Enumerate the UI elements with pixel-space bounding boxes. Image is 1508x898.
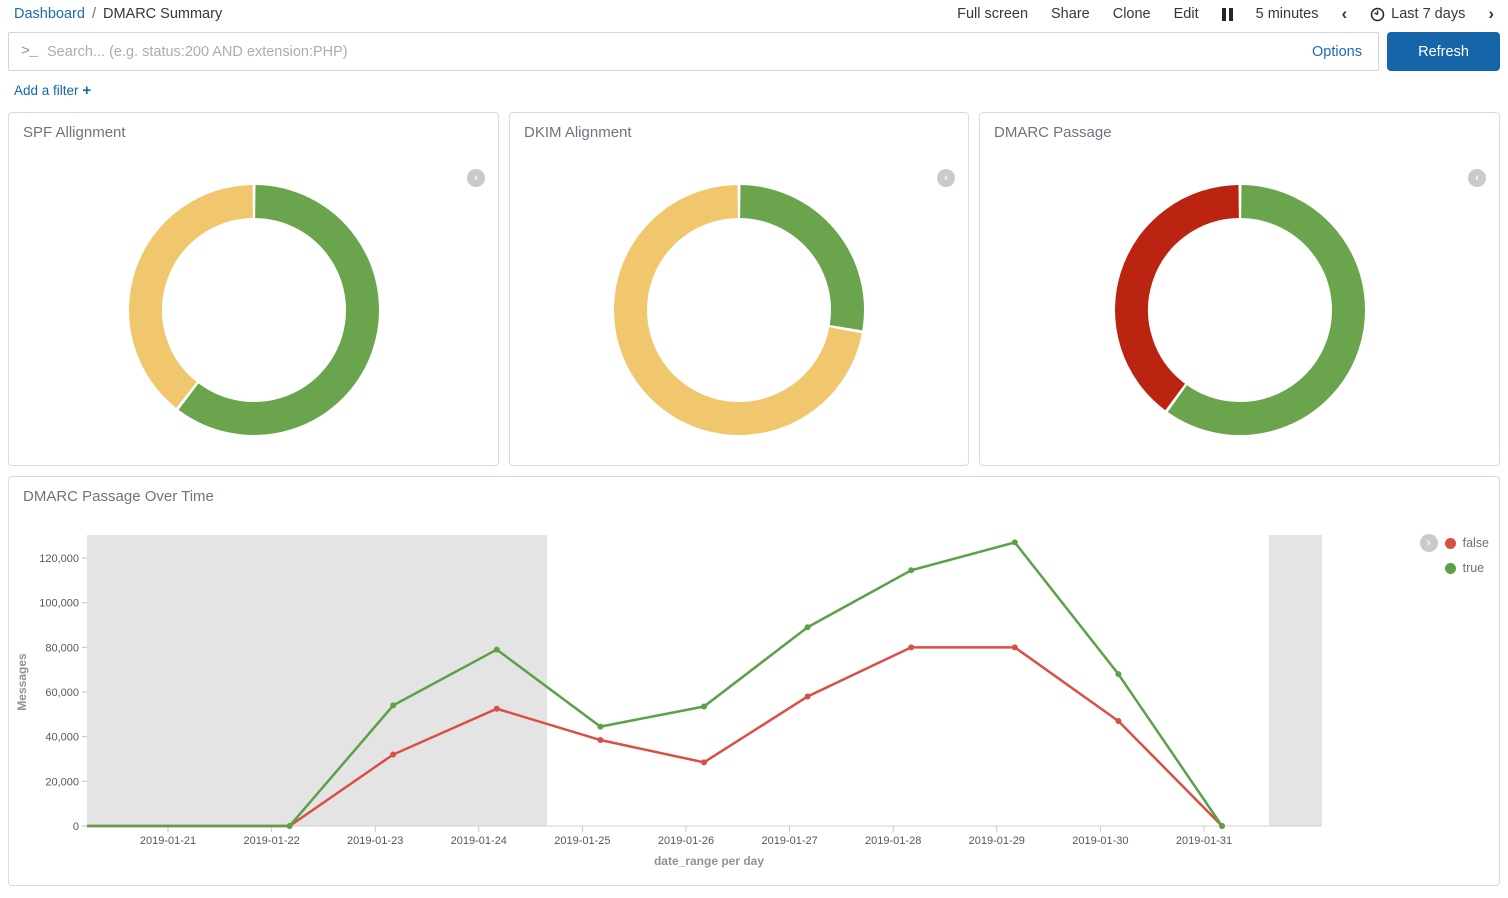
panel-title: DKIM Alignment <box>510 113 968 152</box>
spf-donut-chart[interactable] <box>123 179 385 441</box>
x-axis-title: date_range per day <box>654 854 764 868</box>
filter-bar: Add a filter + <box>0 71 1508 99</box>
data-point-true[interactable] <box>908 567 914 573</box>
plus-icon: + <box>82 82 91 99</box>
data-point-false[interactable] <box>701 759 707 765</box>
time-filter-shaded-band <box>87 535 547 826</box>
legend-collapse-icon[interactable]: ‹ <box>1468 169 1486 187</box>
clock-icon <box>1370 7 1385 22</box>
legend-expand-icon[interactable]: › <box>1420 534 1438 552</box>
x-tick-label: 2019-01-24 <box>451 835 507 847</box>
search-input[interactable] <box>47 44 1312 60</box>
x-tick-label: 2019-01-22 <box>243 835 299 847</box>
x-tick-label: 2019-01-21 <box>140 835 196 847</box>
panel-dmarc-over-time: DMARC Passage Over Time 0 20,000 40,000 60,… <box>8 476 1500 886</box>
add-filter-link[interactable]: Add a filter + <box>14 83 91 98</box>
data-point-true[interactable] <box>701 704 707 710</box>
data-point-false[interactable] <box>1115 718 1121 724</box>
menu-full-screen[interactable]: Full screen <box>957 6 1028 22</box>
pause-icon[interactable] <box>1222 8 1233 21</box>
x-tick-label: 2019-01-28 <box>865 835 921 847</box>
legend-item-false[interactable]: › false <box>1420 534 1489 552</box>
data-point-true[interactable] <box>1115 671 1121 677</box>
data-point-true[interactable] <box>287 823 293 829</box>
search-box[interactable]: >_ Options <box>8 32 1379 71</box>
chevron-left-icon[interactable]: ‹ <box>1341 7 1347 21</box>
y-tick-label: 100,000 <box>39 598 79 610</box>
donut-slice[interactable] <box>1131 202 1238 397</box>
search-row: >_ Options Refresh <box>8 32 1500 71</box>
page-title: DMARC Summary <box>103 6 222 22</box>
panel-title: DMARC Passage <box>980 113 1499 152</box>
data-point-true[interactable] <box>494 647 500 653</box>
y-axis-title: Messages <box>15 653 29 711</box>
breadcrumb-dashboard-link[interactable]: Dashboard <box>14 6 85 22</box>
x-tick-label: 2019-01-30 <box>1072 835 1128 847</box>
data-point-false[interactable] <box>494 706 500 712</box>
donut-slice[interactable] <box>145 202 252 395</box>
dkim-donut-chart[interactable] <box>608 179 870 441</box>
line-chart-legend: › false true <box>1420 534 1489 575</box>
y-tick-label: 60,000 <box>45 687 79 699</box>
data-point-true[interactable] <box>805 624 811 630</box>
data-point-true[interactable] <box>597 724 603 730</box>
data-point-true[interactable] <box>1012 539 1018 545</box>
data-point-false[interactable] <box>390 752 396 758</box>
x-tick-label: 2019-01-29 <box>969 835 1025 847</box>
legend-dot-true <box>1445 563 1456 574</box>
menu-edit[interactable]: Edit <box>1174 6 1199 22</box>
data-point-true[interactable] <box>390 702 396 708</box>
x-tick-label: 2019-01-31 <box>1176 835 1232 847</box>
menu-clone[interactable]: Clone <box>1113 6 1151 22</box>
x-tick-label: 2019-01-23 <box>347 835 403 847</box>
y-tick-label: 40,000 <box>45 732 79 744</box>
panel-title: DMARC Passage Over Time <box>9 477 1499 516</box>
legend-item-true[interactable]: true <box>1445 561 1489 575</box>
y-tick-label: 0 <box>73 821 79 833</box>
refresh-button[interactable]: Refresh <box>1387 32 1500 71</box>
x-tick-label: 2019-01-27 <box>761 835 817 847</box>
data-point-true[interactable] <box>1219 823 1225 829</box>
donut-slice[interactable] <box>1177 202 1348 419</box>
donut-slice[interactable] <box>740 202 847 328</box>
data-point-false[interactable] <box>908 644 914 650</box>
panel-spf-alignment: SPF Allignment ‹ <box>8 112 499 466</box>
legend-dot-false <box>1445 538 1456 549</box>
panel-dmarc-passage: DMARC Passage ‹ <box>979 112 1500 466</box>
time-range-picker[interactable]: Last 7 days <box>1370 6 1465 22</box>
data-point-false[interactable] <box>597 737 603 743</box>
options-link[interactable]: Options <box>1312 44 1362 60</box>
time-filter-shaded-band <box>1269 535 1322 826</box>
add-filter-label: Add a filter <box>14 83 79 98</box>
legend-collapse-icon[interactable]: ‹ <box>467 169 485 187</box>
top-menu: Full screen Share Clone Edit 5 minutes ‹… <box>957 6 1494 22</box>
panel-title: SPF Allignment <box>9 113 498 152</box>
y-tick-label: 20,000 <box>45 776 79 788</box>
breadcrumb: Dashboard / DMARC Summary <box>14 6 222 22</box>
refresh-interval-label[interactable]: 5 minutes <box>1256 6 1319 22</box>
legend-collapse-icon[interactable]: ‹ <box>937 169 955 187</box>
dmarc-line-chart[interactable]: 0 20,000 40,000 60,000 80,000 100,000 120,000 2… <box>9 527 1501 885</box>
y-tick-label: 120,000 <box>39 553 79 565</box>
dmarc-donut-chart[interactable] <box>1109 179 1371 441</box>
query-prompt-icon: >_ <box>21 43 37 60</box>
panel-dkim-alignment: DKIM Alignment ‹ <box>509 112 969 466</box>
x-tick-label: 2019-01-25 <box>554 835 610 847</box>
data-point-false[interactable] <box>805 693 811 699</box>
y-tick-label: 80,000 <box>45 642 79 654</box>
menu-share[interactable]: Share <box>1051 6 1090 22</box>
chevron-right-icon[interactable]: › <box>1488 7 1494 21</box>
panel-row: SPF Allignment ‹ DKIM Alignment ‹ DMARC … <box>8 112 1500 466</box>
x-tick-label: 2019-01-26 <box>658 835 714 847</box>
legend-label-false: false <box>1463 536 1489 550</box>
time-range-label: Last 7 days <box>1391 6 1465 22</box>
legend-label-true: true <box>1463 561 1485 575</box>
top-nav-bar: Dashboard / DMARC Summary Full screen Sh… <box>0 0 1508 26</box>
breadcrumb-separator: / <box>92 6 96 22</box>
data-point-false[interactable] <box>1012 644 1018 650</box>
donut-slice[interactable] <box>188 202 362 419</box>
